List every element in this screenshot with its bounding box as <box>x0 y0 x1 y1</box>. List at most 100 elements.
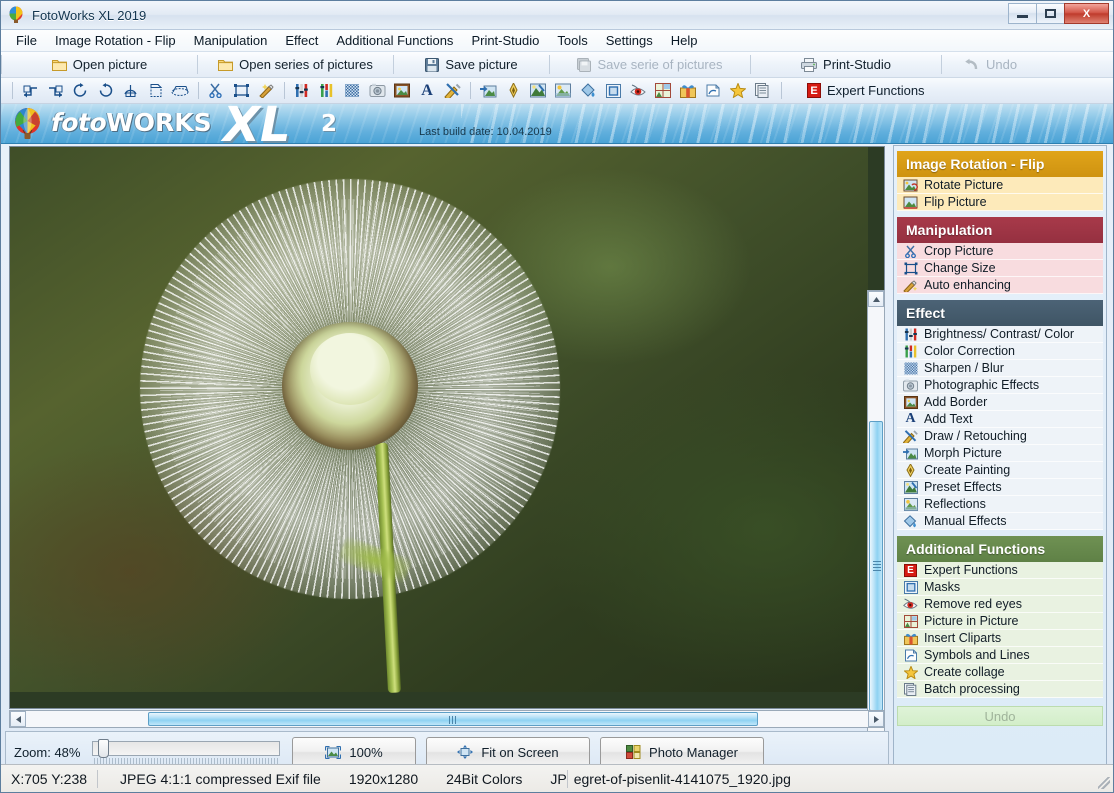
print-studio-button[interactable]: Print-Studio <box>751 52 941 77</box>
expert-functions-toolbar-button[interactable]: E Expert Functions <box>799 82 933 99</box>
sidebar-item-photographic-effects[interactable]: Photographic Effects <box>897 377 1103 394</box>
zoom-slider-track[interactable] <box>92 741 280 756</box>
save-picture-button[interactable]: Save picture <box>394 52 549 77</box>
rotate-ccw-icon[interactable] <box>93 80 117 102</box>
sidebar-label: Picture in Picture <box>924 614 1019 628</box>
sidebar-item-symbols-and-lines[interactable]: Symbols and Lines <box>897 647 1103 664</box>
remove-red-eyes-icon[interactable] <box>626 80 650 102</box>
image-canvas[interactable] <box>9 146 885 709</box>
section-header-effect[interactable]: Effect <box>897 300 1103 326</box>
add-text-icon[interactable]: A <box>415 80 439 102</box>
rotate-cw-icon[interactable] <box>68 80 92 102</box>
brightness-contrast-icon[interactable] <box>290 80 314 102</box>
crop-scissors-icon[interactable] <box>204 80 228 102</box>
sidebar-item-color-correction[interactable]: Color Correction <box>897 343 1103 360</box>
menu-item-manipulation[interactable]: Manipulation <box>185 31 277 50</box>
fit-on-screen-button[interactable]: Fit on Screen <box>426 737 590 767</box>
sidebar-item-draw-retouching[interactable]: Draw / Retouching <box>897 428 1103 445</box>
morph-picture-icon[interactable] <box>476 80 500 102</box>
open-series-button[interactable]: Open series of pictures <box>198 52 393 77</box>
toolbar-divider <box>470 82 471 99</box>
sidebar-label: Preset Effects <box>924 480 1002 494</box>
create-collage-star-icon[interactable] <box>726 80 750 102</box>
window-resize-grip[interactable] <box>1098 777 1110 789</box>
insert-cliparts-icon[interactable] <box>676 80 700 102</box>
flip-vertical-icon[interactable] <box>143 80 167 102</box>
section-header-additional-functions[interactable]: Additional Functions <box>897 536 1103 562</box>
sidebar-item-batch-processing[interactable]: Batch processing <box>897 681 1103 698</box>
section-header-image-rotation-flip[interactable]: Image Rotation - Flip <box>897 151 1103 177</box>
scroll-right-arrow-icon[interactable] <box>868 711 884 727</box>
sidebar-item-picture-in-picture[interactable]: Picture in Picture <box>897 613 1103 630</box>
create-painting-pen-icon[interactable] <box>501 80 525 102</box>
sidebar-item-insert-cliparts[interactable]: Insert Cliparts <box>897 630 1103 647</box>
expert-functions-label: Expert Functions <box>827 83 925 98</box>
save-series-button[interactable]: Save serie of pictures <box>550 52 750 77</box>
menu-item-additional-functions[interactable]: Additional Functions <box>327 31 462 50</box>
scroll-left-arrow-icon[interactable] <box>10 711 26 727</box>
sidebar-item-morph-picture[interactable]: Morph Picture <box>897 445 1103 462</box>
symbols-and-lines-icon[interactable] <box>701 80 725 102</box>
sidebar-item-reflections[interactable]: Reflections <box>897 496 1103 513</box>
preset-effects-icon[interactable] <box>526 80 550 102</box>
sidebar-item-manual-effects[interactable]: Manual Effects <box>897 513 1103 530</box>
canvas-horizontal-scrollbar[interactable] <box>9 710 885 728</box>
photo-manager-button[interactable]: Photo Manager <box>600 737 764 767</box>
sidebar-item-add-text[interactable]: A Add Text <box>897 411 1103 428</box>
menu-item-image-rotation-flip[interactable]: Image Rotation - Flip <box>46 31 185 50</box>
perspective-icon[interactable] <box>168 80 192 102</box>
manual-effects-bucket-icon[interactable] <box>576 80 600 102</box>
vertical-scroll-thumb[interactable] <box>869 421 883 711</box>
menu-item-file[interactable]: File <box>7 31 46 50</box>
zoom-100-button[interactable]: 100% <box>292 737 416 767</box>
draw-retouching-icon[interactable] <box>440 80 464 102</box>
minimize-button[interactable] <box>1008 3 1037 24</box>
menu-item-settings[interactable]: Settings <box>597 31 662 50</box>
rotate-left-icon[interactable] <box>18 80 42 102</box>
photographic-effects-icon[interactable] <box>365 80 389 102</box>
sidebar-item-flip-picture[interactable]: Flip Picture <box>897 194 1103 211</box>
sidebar-item-masks[interactable]: Masks <box>897 579 1103 596</box>
reflections-icon[interactable] <box>551 80 575 102</box>
color-correction-icon[interactable] <box>315 80 339 102</box>
menu-item-tools[interactable]: Tools <box>548 31 596 50</box>
batch-processing-icon[interactable] <box>751 80 775 102</box>
sidebar-item-expert-functions[interactable]: E Expert Functions <box>897 562 1103 579</box>
open-picture-button[interactable]: Open picture <box>2 52 197 77</box>
sidebar-item-preset-effects[interactable]: Preset Effects <box>897 479 1103 496</box>
close-button[interactable]: X <box>1064 3 1109 24</box>
picture-in-picture-icon[interactable] <box>651 80 675 102</box>
sidebar-item-auto-enhancing[interactable]: Auto enhancing <box>897 277 1103 294</box>
horizontal-scroll-thumb[interactable] <box>148 712 758 726</box>
maximize-button[interactable] <box>1036 3 1065 24</box>
change-size-icon[interactable] <box>229 80 253 102</box>
masks-icon[interactable] <box>601 80 625 102</box>
sidebar-item-crop-picture[interactable]: Crop Picture <box>897 243 1103 260</box>
sidebar-item-add-border[interactable]: Add Border <box>897 394 1103 411</box>
menu-item-help[interactable]: Help <box>662 31 707 50</box>
flip-horizontal-icon[interactable] <box>118 80 142 102</box>
sidebar-item-change-size[interactable]: Change Size <box>897 260 1103 277</box>
rotate-right-icon[interactable] <box>43 80 67 102</box>
icon-toolbar: A E Expert Functions <box>1 78 1113 104</box>
sidebar-item-rotate-picture[interactable]: Rotate Picture <box>897 177 1103 194</box>
menu-item-effect[interactable]: Effect <box>276 31 327 50</box>
section-header-manipulation[interactable]: Manipulation <box>897 217 1103 243</box>
scroll-up-arrow-icon[interactable] <box>868 291 884 307</box>
sidebar-label: Remove red eyes <box>924 597 1022 611</box>
add-border-icon[interactable] <box>390 80 414 102</box>
undo-button[interactable]: Undo <box>942 52 1031 77</box>
zoom-slider[interactable] <box>92 739 280 765</box>
undo-arrow-icon <box>964 58 980 72</box>
sharpen-blur-icon[interactable] <box>340 80 364 102</box>
sidebar-item-create-painting[interactable]: Create Painting <box>897 462 1103 479</box>
sidebar-undo-button[interactable]: Undo <box>897 706 1103 726</box>
auto-enhance-wand-icon[interactable] <box>254 80 278 102</box>
section-body-image-rotation-flip: Rotate Picture Flip Picture <box>897 177 1103 211</box>
zoom-slider-thumb[interactable] <box>98 739 109 758</box>
sidebar-item-sharpen-blur[interactable]: Sharpen / Blur <box>897 360 1103 377</box>
sidebar-item-create-collage[interactable]: Create collage <box>897 664 1103 681</box>
sidebar-item-brightness-contrast-color[interactable]: Brightness/ Contrast/ Color <box>897 326 1103 343</box>
sidebar-item-remove-red-eyes[interactable]: Remove red eyes <box>897 596 1103 613</box>
menu-item-print-studio[interactable]: Print-Studio <box>462 31 548 50</box>
